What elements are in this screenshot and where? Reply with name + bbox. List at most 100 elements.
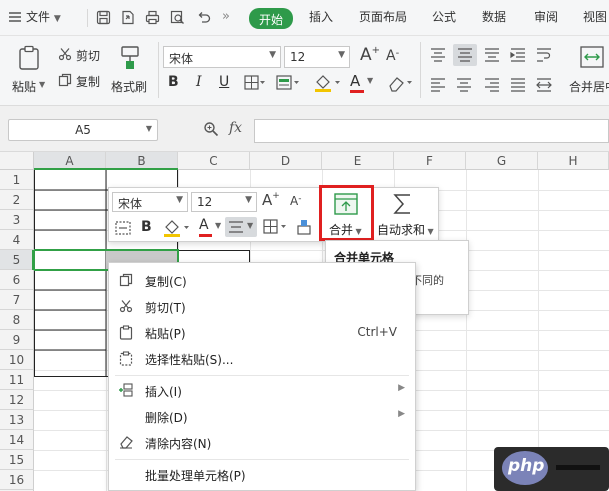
mini-increase-font-button[interactable]: A+ xyxy=(262,191,280,209)
watermark-bar xyxy=(556,465,600,470)
print-icon[interactable] xyxy=(145,10,160,25)
mini-fill-color-button[interactable] xyxy=(163,219,193,237)
paste-icon xyxy=(17,45,41,71)
mini-font-name-value: 宋体 xyxy=(118,197,143,211)
distributed-icon[interactable] xyxy=(536,78,552,92)
name-box[interactable]: A5 ▼ xyxy=(8,119,158,141)
tab-review[interactable]: 审阅 xyxy=(534,8,558,25)
fx-button[interactable]: fx xyxy=(229,120,242,136)
menu-item-cut[interactable]: 剪切(T) xyxy=(109,294,415,320)
row-header-4[interactable]: 4 xyxy=(0,230,34,250)
menu-item-batch-process[interactable]: 批量处理单元格(P) xyxy=(109,462,415,488)
column-header-g[interactable]: G xyxy=(466,152,538,170)
row-header-3[interactable]: 3 xyxy=(0,210,34,230)
menu-item-insert[interactable]: 插入(I) ▶ xyxy=(109,378,415,404)
mini-decrease-font-button[interactable]: A- xyxy=(290,194,301,208)
decrease-font-button[interactable]: A- xyxy=(386,48,399,64)
mini-format-painter-icon[interactable] xyxy=(115,221,131,235)
underline-button[interactable]: U xyxy=(219,74,229,90)
insert-icon xyxy=(119,383,133,397)
file-menu[interactable]: 文件 ▼ xyxy=(26,8,61,25)
merge-button[interactable]: 合并 ▼ xyxy=(319,185,374,241)
row-header-2[interactable]: 2 xyxy=(0,190,34,210)
borders-button[interactable] xyxy=(244,75,266,91)
print-preview-icon[interactable] xyxy=(170,10,185,25)
font-size-select[interactable]: 12 ▼ xyxy=(284,46,350,68)
menu-item-paste-special[interactable]: 选择性粘贴(S)... xyxy=(109,346,415,372)
row-header-12[interactable]: 12 xyxy=(0,390,34,410)
mini-eraser-icon[interactable] xyxy=(296,218,312,236)
column-header-e[interactable]: E xyxy=(322,152,394,170)
column-header-h[interactable]: H xyxy=(538,152,609,170)
save-icon[interactable] xyxy=(96,10,111,25)
divider xyxy=(87,9,88,27)
menu-item-paste[interactable]: 粘贴(P) Ctrl+V xyxy=(109,320,415,346)
indent-icon[interactable] xyxy=(510,48,526,62)
font-name-select[interactable]: 宋体 ▼ xyxy=(163,46,281,68)
export-icon[interactable] xyxy=(120,10,135,25)
mini-borders-button[interactable] xyxy=(263,219,289,235)
align-bottom-icon[interactable] xyxy=(484,48,500,62)
menu-item-label: 删除(D) xyxy=(145,411,188,425)
hamburger-menu-icon[interactable] xyxy=(8,10,22,24)
tab-data[interactable]: 数据 xyxy=(482,8,506,25)
zoom-search-icon[interactable] xyxy=(203,121,219,137)
menu-item-label: 复制(C) xyxy=(145,275,187,289)
menu-separator xyxy=(115,459,409,460)
row-header-6[interactable]: 6 xyxy=(0,270,34,290)
row-header-11[interactable]: 11 xyxy=(0,370,34,390)
tab-insert[interactable]: 插入 xyxy=(309,8,333,25)
shrink-letter: A xyxy=(386,48,396,64)
mini-font-name-select[interactable]: 宋体 ▼ xyxy=(112,192,188,212)
cell-style-button[interactable] xyxy=(276,75,300,91)
menu-item-copy[interactable]: 复制(C) xyxy=(109,268,415,294)
tab-home[interactable]: 开始 xyxy=(249,8,293,29)
mini-align-button[interactable]: ▼ xyxy=(225,217,257,237)
row-header-5[interactable]: 5 xyxy=(0,250,34,270)
align-left-icon[interactable] xyxy=(430,78,446,92)
column-header-d[interactable]: D xyxy=(250,152,322,170)
select-all-corner[interactable] xyxy=(0,152,34,170)
chevron-down-icon: ▼ xyxy=(353,227,362,236)
row-header-16[interactable]: 16 xyxy=(0,470,34,490)
tab-formulas[interactable]: 公式 xyxy=(432,8,456,25)
autosum-button[interactable]: 自动求和 ▼ xyxy=(377,190,437,240)
mini-bold-button[interactable]: B xyxy=(141,219,152,235)
mini-font-size-select[interactable]: 12 ▼ xyxy=(191,192,257,212)
wrap-text-icon[interactable] xyxy=(536,48,552,62)
column-header-f[interactable]: F xyxy=(394,152,466,170)
row-header-7[interactable]: 7 xyxy=(0,290,34,310)
row-header-9[interactable]: 9 xyxy=(0,330,34,350)
row-header-14[interactable]: 14 xyxy=(0,430,34,450)
paste-button[interactable]: 粘贴 ▼ xyxy=(10,42,48,98)
undo-icon[interactable] xyxy=(196,10,211,25)
italic-button[interactable]: I xyxy=(196,74,202,90)
more-chevron-icon[interactable]: » xyxy=(222,9,230,24)
tab-view[interactable]: 视图 xyxy=(583,8,607,25)
menu-item-delete[interactable]: 删除(D) ▶ xyxy=(109,404,415,430)
fill-color-button[interactable] xyxy=(314,74,342,92)
row-header-10[interactable]: 10 xyxy=(0,350,34,370)
justify-icon[interactable] xyxy=(510,78,526,92)
row-header-13[interactable]: 13 xyxy=(0,410,34,430)
cut-button[interactable]: 剪切 xyxy=(58,46,106,66)
tab-page-layout[interactable]: 页面布局 xyxy=(359,8,407,25)
format-painter-button[interactable]: 格式刷 xyxy=(110,42,150,98)
bold-button[interactable]: B xyxy=(168,74,179,90)
merge-center-button[interactable]: 合并居中 xyxy=(566,42,609,98)
row-header-1[interactable]: 1 xyxy=(0,170,34,190)
row-header-15[interactable]: 15 xyxy=(0,450,34,470)
align-middle-icon[interactable] xyxy=(453,44,477,66)
copy-button[interactable]: 复制 xyxy=(58,72,106,92)
column-header-c[interactable]: C xyxy=(178,152,250,170)
formula-input[interactable] xyxy=(254,119,609,143)
align-right-icon[interactable] xyxy=(484,78,500,92)
row-header-8[interactable]: 8 xyxy=(0,310,34,330)
align-top-icon[interactable] xyxy=(430,48,446,62)
font-color-button[interactable]: A ▼ xyxy=(350,72,373,93)
menu-item-clear-contents[interactable]: 清除内容(N) xyxy=(109,430,415,456)
increase-font-button[interactable]: A+ xyxy=(360,45,380,65)
clear-format-button[interactable] xyxy=(386,74,414,92)
align-center-icon[interactable] xyxy=(456,78,472,92)
mini-font-color-button[interactable]: A ▼ xyxy=(199,217,221,237)
